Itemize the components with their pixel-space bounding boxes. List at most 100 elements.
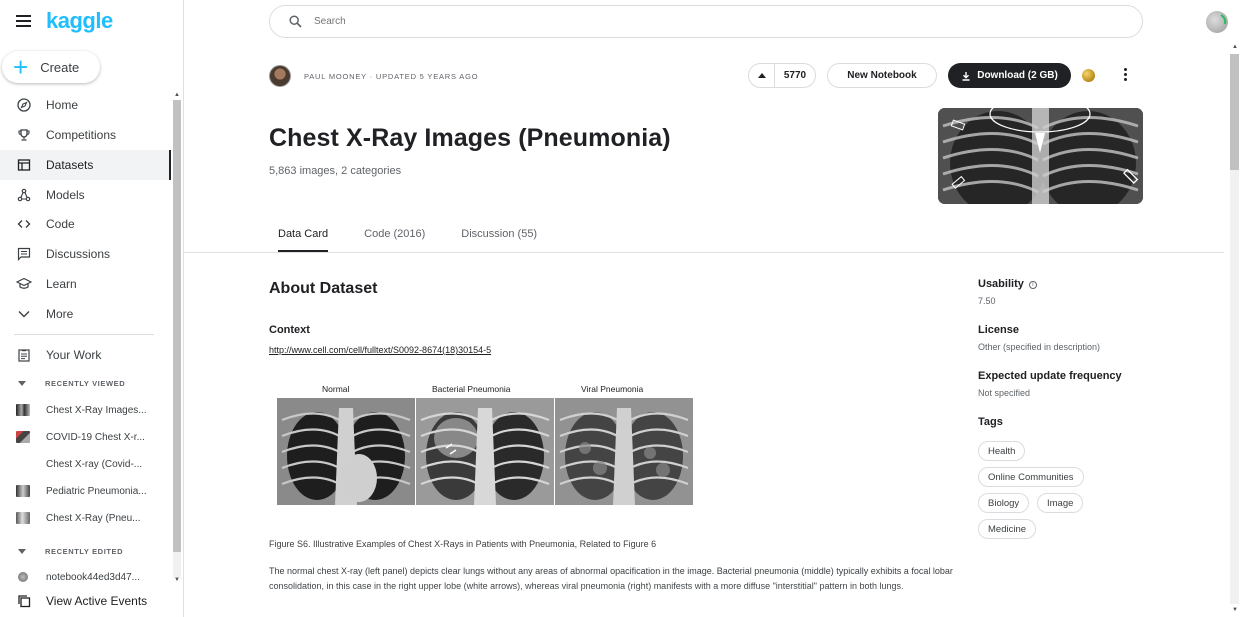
scroll-up-icon[interactable]: ▲ — [1232, 44, 1238, 50]
sidebar-scrollbar[interactable]: ▲ ▼ — [172, 90, 182, 587]
tag-chip[interactable]: Medicine — [978, 519, 1037, 539]
scrollbar-thumb[interactable] — [1230, 54, 1239, 170]
scroll-down-icon[interactable]: ▼ — [174, 577, 180, 583]
figure-label-normal: Normal — [322, 384, 350, 394]
scroll-down-icon[interactable]: ▼ — [1232, 607, 1238, 613]
sidebar-item-competitions[interactable]: Competitions — [0, 120, 171, 150]
content-fade-overlay — [184, 585, 1224, 617]
sidebar-item-label: Competitions — [46, 128, 117, 142]
sidebar-item-more[interactable]: More — [0, 299, 171, 329]
copy-icon — [16, 593, 32, 609]
xray-normal-image — [277, 398, 415, 505]
dataset-title: Chest X-Ray Images (Pneumonia) — [269, 124, 671, 152]
download-label: Download (2 GB) — [977, 70, 1058, 81]
upvote-button[interactable] — [749, 64, 775, 87]
user-avatar[interactable] — [1206, 11, 1228, 33]
recent-item-label: Chest X-Ray Images... — [46, 404, 147, 416]
notebook-thumbnail — [18, 572, 28, 582]
license-heading: License — [978, 324, 1019, 336]
tag-chip[interactable]: Biology — [978, 493, 1030, 513]
license-value: Other (specified in description) — [978, 342, 1101, 352]
tag-chip[interactable]: Online Communities — [978, 467, 1084, 487]
dataset-thumbnail — [16, 404, 30, 416]
create-button[interactable]: + Create — [2, 51, 100, 83]
clipboard-icon — [16, 347, 32, 363]
figure-label-bacterial: Bacterial Pneumonia — [432, 384, 511, 394]
kaggle-logo[interactable]: kaggle — [46, 8, 113, 34]
download-button[interactable]: Download (2 GB) — [948, 63, 1071, 88]
upvote-count: 5770 — [783, 70, 807, 81]
create-label: Create — [40, 59, 80, 75]
recent-item-label: Chest X-ray (Covid-... — [46, 458, 143, 470]
view-active-events-link[interactable]: View Active Events — [0, 586, 171, 616]
recently-edited-toggle[interactable]: RECENTLY EDITED — [0, 543, 123, 559]
dataset-author-meta: PAUL MOONEY · UPDATED 5 YEARS AGO — [269, 65, 478, 87]
tab-discussion[interactable]: Discussion (55) — [452, 228, 546, 252]
tabs-divider — [184, 252, 1224, 253]
sidebar-item-your-work[interactable]: Your Work — [0, 340, 171, 370]
scrollbar-thumb[interactable] — [173, 100, 181, 552]
tag-chip[interactable]: Image — [1037, 493, 1084, 513]
upvote-control[interactable]: 5770 — [748, 63, 816, 88]
usability-label: Usability — [978, 278, 1024, 290]
about-dataset-heading: About Dataset — [269, 280, 378, 297]
recently-edited-heading: RECENTLY EDITED — [45, 546, 124, 556]
table-icon — [16, 157, 32, 173]
school-icon — [16, 276, 32, 292]
tag-chip[interactable]: Health — [978, 441, 1026, 461]
recently-viewed-toggle[interactable]: RECENTLY VIEWED — [0, 375, 125, 391]
code-icon — [16, 216, 32, 232]
sidebar-divider — [14, 334, 154, 335]
recent-item[interactable]: COVID-19 Chest X-r... — [0, 427, 171, 447]
caret-down-icon — [18, 380, 26, 386]
sidebar-item-label: Datasets — [46, 158, 94, 172]
dataset-thumbnail — [16, 458, 30, 470]
context-link[interactable]: http://www.cell.com/cell/fulltext/S0092-… — [269, 345, 491, 355]
scroll-up-icon[interactable]: ▲ — [174, 92, 180, 98]
recent-item[interactable]: notebook44ed3d47... — [0, 567, 171, 587]
search-icon — [289, 15, 302, 28]
gold-medal-icon — [1082, 69, 1095, 82]
models-icon — [16, 187, 32, 203]
menu-icon[interactable] — [16, 15, 31, 27]
xray-viral-image — [555, 398, 693, 505]
author-avatar[interactable] — [269, 65, 291, 87]
new-notebook-button[interactable]: New Notebook — [827, 63, 937, 88]
recent-item[interactable]: Pediatric Pneumonia... — [0, 481, 171, 501]
recent-item-label: Pediatric Pneumonia... — [46, 485, 147, 497]
sidebar-item-models[interactable]: Models — [0, 180, 171, 210]
dataset-tabs: Data Card Code (2016) Discussion (55) — [269, 228, 564, 252]
caret-down-icon — [18, 548, 26, 554]
sidebar-item-label: Models — [46, 188, 85, 202]
sidebar-item-datasets[interactable]: Datasets — [0, 150, 171, 180]
search-input[interactable] — [314, 16, 1114, 27]
compass-icon — [16, 97, 32, 113]
sidebar-item-label: More — [46, 307, 74, 321]
recent-item[interactable]: Chest X-ray (Covid-... — [0, 454, 171, 474]
plus-icon: + — [13, 52, 29, 82]
tab-code[interactable]: Code (2016) — [355, 228, 434, 252]
info-icon[interactable]: i — [1028, 281, 1037, 289]
sidebar-item-label: Your Work — [46, 348, 102, 362]
recent-item-label: Chest X-Ray (Pneu... — [46, 512, 141, 524]
more-options-icon[interactable] — [1122, 68, 1128, 82]
update-frequency-value: Not specified — [978, 388, 1031, 398]
search-bar[interactable] — [269, 5, 1143, 38]
sidebar-item-code[interactable]: Code — [0, 209, 171, 239]
sidebar: kaggle + Create Home Competitions Datase… — [0, 0, 184, 617]
sidebar-item-label: Code — [46, 217, 75, 231]
sidebar-item-discussions[interactable]: Discussions — [0, 239, 171, 269]
page-scrollbar[interactable]: ▲ ▼ — [1229, 40, 1240, 617]
main-content: PAUL MOONEY · UPDATED 5 YEARS AGO 5770 N… — [184, 0, 1229, 617]
sidebar-item-learn[interactable]: Learn — [0, 269, 171, 299]
dataset-thumbnail — [16, 431, 30, 443]
recent-item[interactable]: Chest X-Ray Images... — [0, 400, 171, 420]
recent-item-label: COVID-19 Chest X-r... — [46, 431, 145, 443]
recent-item-label: notebook44ed3d47... — [46, 571, 140, 583]
xray-bacterial-image — [416, 398, 554, 505]
arrow-up-icon — [757, 73, 766, 78]
sidebar-item-home[interactable]: Home — [0, 90, 171, 120]
tab-data-card[interactable]: Data Card — [269, 228, 337, 252]
recent-item[interactable]: Chest X-Ray (Pneu... — [0, 508, 171, 528]
figure-caption: Figure S6. Illustrative Examples of Ches… — [269, 539, 657, 549]
